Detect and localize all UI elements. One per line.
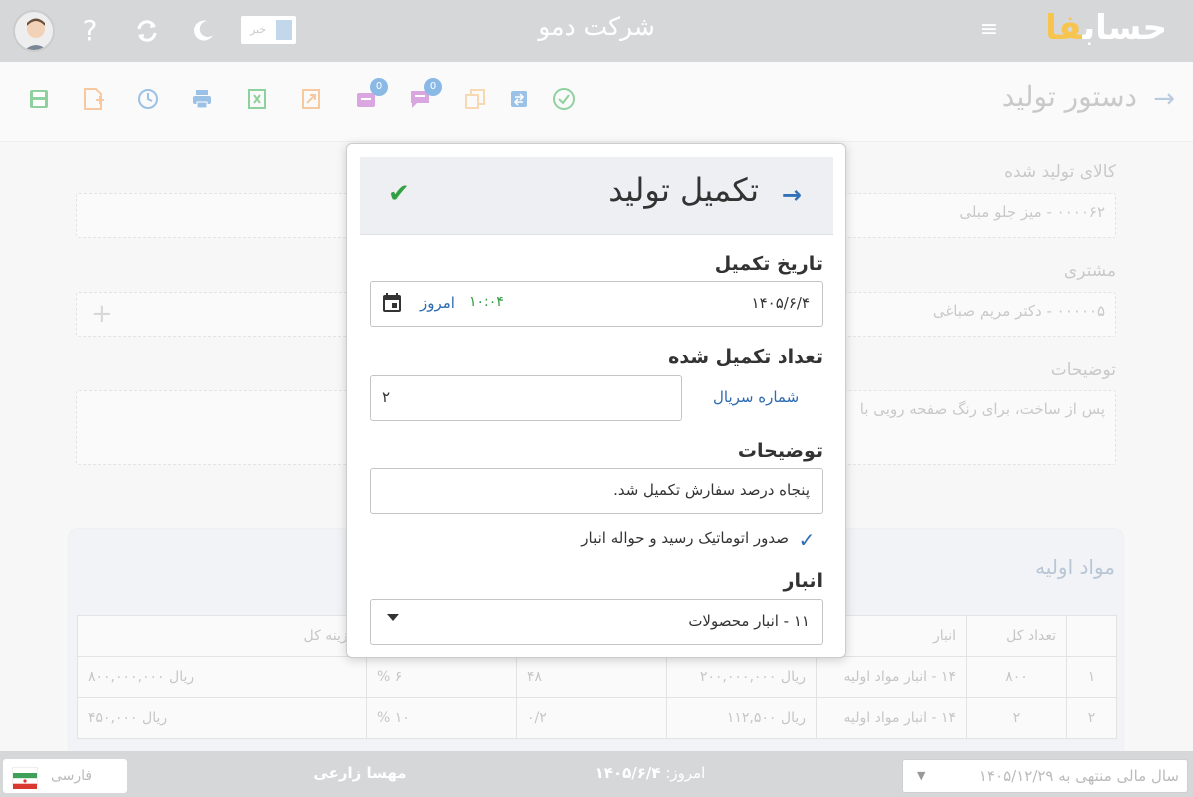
- product-value: ۰۰۰۰۶۲ - میز جلو مبلی: [959, 203, 1105, 221]
- dialog-title: تکمیل تولید: [608, 171, 759, 209]
- language-select[interactable]: فارسی: [3, 759, 127, 793]
- warehouse-label: انبار: [783, 570, 823, 592]
- user-name: مهسا زارعی: [313, 764, 407, 782]
- table-cell: ۱: [1066, 656, 1117, 698]
- date-value: ۱۴۰۵/۶/۴: [751, 294, 810, 312]
- table-cell: ریال ۱۱۲,۵۰۰: [666, 697, 817, 739]
- time-value[interactable]: ۱۰:۰۴: [469, 294, 504, 310]
- fiscal-year-value: سال مالی منتهی به ۱۴۰۵/۱۲/۲۹: [978, 767, 1179, 785]
- qty-label: تعداد تکمیل شده: [668, 346, 823, 368]
- table-cell: ۸۰۰: [966, 656, 1067, 698]
- today-info: امروز: ۱۴۰۵/۶/۴: [540, 764, 760, 782]
- iran-flag-icon: [12, 767, 38, 789]
- customer-label: مشتری: [1063, 261, 1116, 281]
- print-icon[interactable]: [189, 86, 215, 112]
- warehouse-value: ۱۱ - انبار محصولات: [688, 612, 810, 630]
- inbox-badge: 0: [370, 78, 388, 96]
- logo: حسابفا: [1045, 8, 1168, 48]
- date-label: تاریخ تکمیل: [714, 253, 823, 275]
- convert-icon[interactable]: [506, 86, 532, 112]
- auto-issue-checkbox[interactable]: ✓: [795, 528, 819, 552]
- auto-issue-label: صدور اتوماتیک رسید و حواله انبار: [581, 529, 789, 547]
- approve-icon[interactable]: [551, 86, 577, 112]
- table-cell: ریال ۴۵۰,۰۰۰: [77, 697, 367, 739]
- chevron-down-icon: ▼: [917, 769, 926, 782]
- serial-number-link[interactable]: شماره سریال: [713, 388, 799, 406]
- page-title: دستور تولید: [1001, 80, 1137, 113]
- product-label: کالای تولید شده: [1004, 162, 1116, 182]
- chat-badge: 0: [424, 78, 442, 96]
- dialog-back-arrow-icon[interactable]: →: [782, 181, 802, 209]
- table-cell: ۶ %: [366, 656, 517, 698]
- table-cell: ریال ۸۰۰,۰۰۰,۰۰۰: [77, 656, 367, 698]
- dialog-notes-label: توضیحات: [737, 440, 823, 462]
- customer-value: ۰۰۰۰۰۵ - دکتر مریم صباغی: [932, 302, 1105, 320]
- language-label: فارسی: [51, 768, 93, 784]
- top-bar: ? خبر شرکت دمو ≡ حسابفا: [0, 0, 1193, 62]
- fiscal-year-select[interactable]: سال مالی منتهی به ۱۴۰۵/۱۲/۲۹ ▼: [902, 759, 1188, 793]
- inbox-icon[interactable]: 0: [353, 78, 388, 112]
- col-header: [1066, 615, 1117, 657]
- table-cell: ریال ۲۰۰,۰۰۰,۰۰۰: [666, 656, 817, 698]
- export-icon[interactable]: [298, 86, 324, 112]
- menu-icon[interactable]: ≡: [976, 18, 1002, 44]
- qty-value: ۲: [382, 388, 391, 406]
- company-name: شرکت دمو: [538, 12, 655, 41]
- confirm-check-icon[interactable]: ✔: [388, 179, 410, 209]
- materials-title: مواد اولیه: [1035, 555, 1115, 579]
- complete-production-dialog: ✔ تکمیل تولید → تاریخ تکمیل ۱۴۰۵/۶/۴ ۱۰:…: [346, 143, 846, 658]
- chevron-down-icon: [387, 614, 399, 621]
- table-cell: ۱۴ - انبار مواد اولیه: [816, 697, 967, 739]
- table-row[interactable]: ۲ ۲ ۱۴ - انبار مواد اولیه ریال ۱۱۲,۵۰۰ ۰…: [77, 697, 1117, 739]
- dialog-header: ✔ تکمیل تولید →: [360, 157, 833, 235]
- page-toolbar: 0 0 دستور تولید →: [0, 62, 1193, 142]
- history-icon[interactable]: [135, 86, 161, 112]
- add-file-icon[interactable]: [80, 86, 106, 112]
- table-cell: ۴۸: [516, 656, 667, 698]
- excel-icon[interactable]: [244, 86, 270, 112]
- dialog-notes-value: پنجاه درصد سفارش تکمیل شد.: [613, 481, 810, 499]
- copy-icon[interactable]: [462, 86, 488, 112]
- table-cell: ۱۴ - انبار مواد اولیه: [816, 656, 967, 698]
- back-arrow-icon[interactable]: →: [1153, 84, 1175, 114]
- warehouse-select[interactable]: ۱۱ - انبار محصولات: [370, 599, 823, 645]
- col-header: هزینه کل: [77, 615, 367, 657]
- today-value: ۱۴۰۵/۶/۴: [594, 764, 661, 782]
- calendar-icon[interactable]: [381, 292, 403, 314]
- today-label: امروز:: [665, 764, 706, 782]
- col-header: تعداد کل: [966, 615, 1067, 657]
- status-bar: فارسی مهسا زارعی امروز: ۱۴۰۵/۶/۴ سال مال…: [0, 751, 1193, 797]
- dialog-notes-input[interactable]: پنجاه درصد سفارش تکمیل شد.: [370, 468, 823, 514]
- table-row[interactable]: ۱ ۸۰۰ ۱۴ - انبار مواد اولیه ریال ۲۰۰,۰۰۰…: [77, 656, 1117, 698]
- today-button[interactable]: امروز: [420, 294, 455, 312]
- chat-icon[interactable]: 0: [407, 78, 442, 112]
- table-cell: ۰/۲: [516, 697, 667, 739]
- qty-input[interactable]: ۲: [370, 375, 682, 421]
- logo-accent: فا: [1045, 8, 1083, 48]
- table-cell: ۲: [1066, 697, 1117, 739]
- logo-main: حساب: [1082, 8, 1168, 48]
- notes-label: توضیحات: [1050, 360, 1116, 380]
- table-cell: ۱۰ %: [366, 697, 517, 739]
- add-customer-icon[interactable]: +: [91, 299, 113, 329]
- save-icon[interactable]: [26, 86, 52, 112]
- table-cell: ۲: [966, 697, 1067, 739]
- date-field[interactable]: ۱۴۰۵/۶/۴ ۱۰:۰۴ امروز: [370, 281, 823, 327]
- notes-value: پس از ساخت، برای رنگ صفحه رویی با: [859, 400, 1105, 418]
